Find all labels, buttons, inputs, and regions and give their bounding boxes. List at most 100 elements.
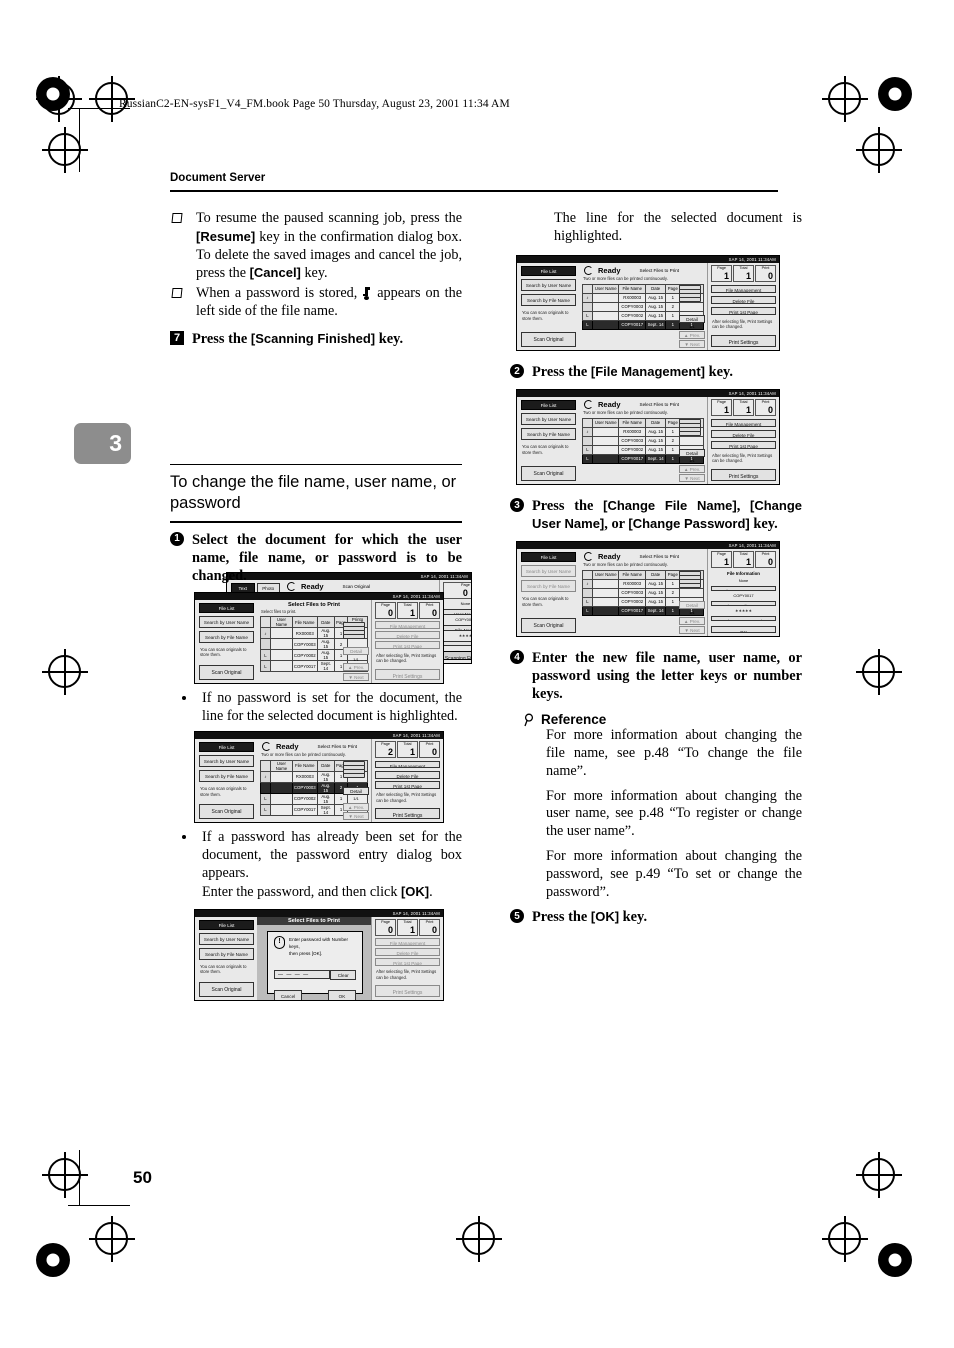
search-by-file-name-button[interactable]: Search by File Name bbox=[521, 580, 576, 593]
search-by-file-name-button[interactable]: Search by File Name bbox=[199, 630, 254, 643]
scan-original-button[interactable]: Scan Original bbox=[199, 664, 254, 680]
note-square-icon bbox=[171, 288, 183, 299]
delete-file-button[interactable]: Delete File bbox=[711, 295, 776, 305]
file-list-tab[interactable]: File List bbox=[521, 400, 576, 411]
scan-original-button[interactable]: Scan Original bbox=[521, 618, 576, 634]
password-entry-dialog: ! Enter password with Number keys, then … bbox=[267, 930, 363, 1000]
section-rule-bottom bbox=[170, 521, 462, 523]
detail-button[interactable]: Detail bbox=[679, 600, 705, 609]
scan-original-button[interactable]: Scan Original bbox=[521, 332, 576, 348]
search-by-file-name-button[interactable]: Search by File Name bbox=[521, 428, 576, 441]
lcd-hint: Two or more files can be printed continu… bbox=[583, 562, 668, 568]
file-name-button[interactable]: File Name bbox=[442, 624, 471, 631]
print-settings-hint: After selecting file, Print Settings can… bbox=[712, 318, 773, 330]
search-by-user-name-button[interactable]: Search by User Name bbox=[199, 755, 254, 768]
search-by-user-name-button[interactable]: Search by User Name bbox=[521, 413, 576, 426]
file-list-tab[interactable]: File List bbox=[521, 552, 576, 563]
change-file-name-button[interactable]: Change File Name bbox=[711, 600, 776, 606]
counter-group: Page 1 Total 1 Print 0 bbox=[711, 399, 776, 417]
file-management-button[interactable]: File Management bbox=[711, 284, 776, 294]
step-7-text: Press the [Scanning Finished] key. bbox=[192, 330, 404, 347]
ok-button[interactable]: OK bbox=[711, 626, 776, 634]
lcd-clock: SAP 14, 2001 11:34AM bbox=[195, 732, 443, 740]
file-list-tab[interactable]: File List bbox=[199, 919, 254, 930]
delete-file-button[interactable]: Delete File bbox=[375, 770, 440, 779]
clear-button[interactable]: Clear bbox=[330, 969, 356, 980]
lcd-select-files-panel-3[interactable]: SAP 14, 2001 11:34AM File List Search by… bbox=[516, 255, 780, 352]
detail-button[interactable]: Detail bbox=[679, 314, 705, 323]
section-heading: To change the file name, user name, or p… bbox=[170, 473, 457, 513]
file-management-button[interactable]: File Management bbox=[711, 418, 776, 428]
lcd-file-information-panel[interactable]: SAP 14, 2001 11:34AM File List Search by… bbox=[516, 541, 780, 638]
search-by-user-name-button[interactable]: Search by User Name bbox=[521, 279, 576, 292]
file-management-button[interactable]: File Management bbox=[375, 621, 440, 629]
prev-button[interactable]: ▲ Prev. bbox=[679, 616, 705, 625]
print-settings-button[interactable]: Print Settings bbox=[375, 985, 440, 997]
file-list-tab[interactable]: File List bbox=[199, 742, 254, 753]
step-number: 2 bbox=[510, 364, 524, 379]
col-date: Date bbox=[316, 759, 336, 772]
scan-original-button[interactable]: Scan Original bbox=[199, 981, 254, 997]
cancel-button[interactable]: Cancel bbox=[274, 989, 302, 1000]
col-user-name: User Name bbox=[270, 616, 293, 629]
prev-button[interactable]: ▲ Prev. bbox=[343, 663, 369, 672]
search-by-user-name-button[interactable]: Search by User Name bbox=[521, 565, 576, 578]
next-button[interactable]: ▼ Next bbox=[679, 474, 705, 483]
file-list-tab[interactable]: File List bbox=[199, 602, 254, 613]
step-3-text: Press the [Change File Name], [Change Us… bbox=[532, 498, 802, 533]
file-management-button[interactable]: File Management bbox=[375, 760, 440, 769]
detail-button[interactable]: Detail bbox=[343, 647, 369, 656]
search-by-file-name-button[interactable]: Search by File Name bbox=[521, 294, 576, 307]
scanning-finished-button[interactable]: Scanning Finished bbox=[442, 651, 471, 660]
scan-original-button[interactable]: Scan Original bbox=[521, 466, 576, 482]
scan-original-button[interactable]: Scan Original bbox=[199, 804, 254, 820]
ok-button[interactable]: OK bbox=[328, 989, 356, 1000]
registration-mark-left-mid-bot bbox=[42, 649, 88, 695]
reference-block: Reference For more information about cha… bbox=[524, 712, 802, 901]
lcd-select-files-panel-4[interactable]: SAP 14, 2001 11:34AM File List Search by… bbox=[516, 389, 780, 486]
next-button[interactable]: ▼ Next bbox=[343, 672, 369, 681]
print-settings-button[interactable]: Print Settings bbox=[711, 468, 776, 482]
detail-button[interactable]: Detail bbox=[679, 448, 705, 457]
print-1st-page-button[interactable]: Print 1st Page bbox=[375, 641, 440, 650]
print-settings-button[interactable]: Print Settings bbox=[375, 808, 440, 820]
next-button[interactable]: ▼ Next bbox=[679, 340, 705, 349]
status-ready: Ready bbox=[598, 399, 621, 409]
note-square-icon bbox=[171, 213, 183, 223]
change-password-button[interactable]: Change Password bbox=[711, 615, 776, 622]
search-by-file-name-button[interactable]: Search by File Name bbox=[199, 947, 254, 960]
next-button[interactable]: ▼ Next bbox=[343, 812, 369, 821]
prev-button[interactable]: ▲ Prev. bbox=[679, 330, 705, 339]
step-number: 3 bbox=[510, 498, 524, 513]
lcd-select-files-panel-1[interactable]: SAP 14, 2001 11:34AM File List Search by… bbox=[194, 591, 444, 684]
delete-file-button[interactable]: Delete File bbox=[711, 429, 776, 439]
file-list-tab[interactable]: File List bbox=[521, 266, 576, 277]
file-name-value: COPY0017 bbox=[733, 593, 754, 599]
lcd-select-files-panel-2[interactable]: SAP 14, 2001 11:34AM File List Search by… bbox=[194, 731, 444, 824]
password-button[interactable]: Password bbox=[442, 640, 471, 647]
print-settings-button[interactable]: Print Settings bbox=[711, 334, 776, 348]
print-settings-button[interactable]: Print Settings bbox=[375, 668, 440, 680]
prev-button[interactable]: ▲ Prev. bbox=[679, 464, 705, 473]
change-user-name-button[interactable]: Change User Name bbox=[711, 585, 776, 591]
delete-file-button[interactable]: Delete File bbox=[375, 948, 440, 956]
password-input[interactable]: — — — — bbox=[274, 970, 331, 980]
file-management-button[interactable]: File Management bbox=[375, 938, 440, 946]
print-1st-page-button[interactable]: Print 1st Page bbox=[375, 781, 440, 789]
print-1st-page-button[interactable]: Print 1st Page bbox=[375, 958, 440, 966]
search-by-file-name-button[interactable]: Search by File Name bbox=[199, 770, 254, 783]
user-name-button[interactable]: User Name bbox=[442, 608, 471, 615]
prev-button[interactable]: ▲ Prev. bbox=[343, 802, 369, 811]
counter-group: Page 2 Total 1 Print 0 bbox=[375, 741, 440, 759]
detail-button[interactable]: Detail bbox=[343, 786, 369, 795]
print-1st-page-button[interactable]: Print 1st Page bbox=[711, 306, 776, 316]
reference-para: For more information about changing the … bbox=[546, 787, 802, 840]
bullet-dot bbox=[182, 695, 186, 700]
delete-file-button[interactable]: Delete File bbox=[375, 631, 440, 639]
print-1st-page-button[interactable]: Print 1st Page bbox=[711, 440, 776, 450]
next-button[interactable]: ▼ Next bbox=[679, 626, 705, 635]
search-by-user-name-button[interactable]: Search by User Name bbox=[199, 615, 254, 628]
search-by-user-name-button[interactable]: Search by User Name bbox=[199, 932, 254, 945]
step-2: 2 Press the [File Management] key. bbox=[510, 363, 802, 381]
lcd-password-dialog-panel[interactable]: SAP 14, 2001 11:34AM File List Search by… bbox=[194, 908, 444, 1001]
